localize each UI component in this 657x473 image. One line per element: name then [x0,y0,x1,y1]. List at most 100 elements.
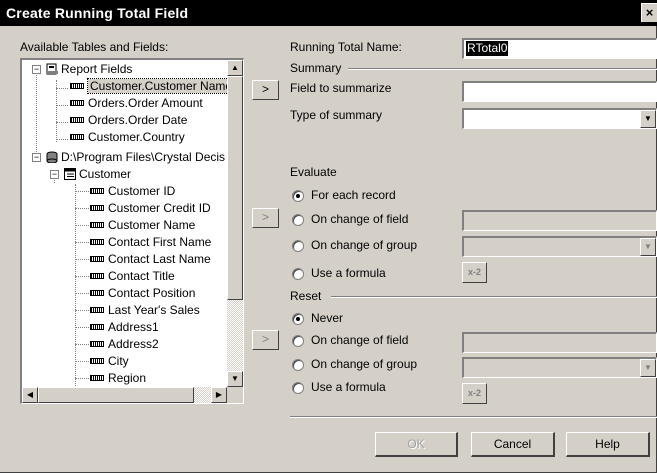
field-icon [90,204,104,211]
collapse-icon[interactable]: − [32,153,41,162]
tree-row[interactable]: Customer Name [90,217,195,234]
tree-row[interactable]: Address1 [90,319,159,336]
field-to-summarize-label: Field to summarize [290,81,392,95]
reset-field-input[interactable] [462,332,657,353]
field-icon [70,116,84,123]
reset-on-change-field-radio[interactable] [292,335,304,347]
tree-guide [56,122,68,123]
evaluate-on-change-group-radio[interactable] [292,240,304,252]
reset-never-radio[interactable] [292,313,304,325]
tree-row[interactable]: Last Year's Sales [90,302,200,319]
evaluate-header: Evaluate [290,165,337,179]
tree-row[interactable]: Contact First Name [90,234,211,251]
evaluate-field-input[interactable] [462,210,657,231]
tree-row[interactable]: Customer [64,166,131,183]
evaluate-for-each-record-radio[interactable] [292,190,304,202]
dialog-window: Create Running Total Field × Available T… [0,0,657,473]
tree-content: − Report Fields Customer.Customer Name O… [22,60,227,387]
tree-guide [75,242,89,243]
ok-button[interactable]: OK [375,432,458,457]
reset-use-formula-radio[interactable] [292,382,304,394]
fields-tree[interactable]: − Report Fields Customer.Customer Name O… [20,58,244,404]
field-to-summarize-input[interactable] [462,81,657,102]
running-total-name-value: RTotal0 [466,41,509,56]
tree-row[interactable]: Contact Position [90,285,195,302]
horizontal-scrollbar[interactable]: ◀ ▶ [22,387,227,403]
reset-on-change-group-radio[interactable] [292,359,304,371]
running-total-name-label: Running Total Name: [290,40,402,54]
tree-row[interactable]: Customer Credit ID [90,200,211,217]
tree-guide [36,73,37,160]
field-icon [70,133,84,140]
cancel-button[interactable]: Cancel [471,432,555,457]
evaluate-option-label: On change of group [311,238,418,252]
field-icon [90,306,104,313]
field-icon [90,357,104,364]
horizontal-scroll-thumb[interactable] [38,387,194,403]
vertical-scrollbar[interactable]: ▲ ▼ [227,60,243,387]
field-icon [90,374,104,381]
scroll-down-icon[interactable]: ▼ [227,371,243,387]
scroll-left-icon[interactable]: ◀ [22,387,38,403]
field-icon [90,289,104,296]
evaluate-option-label: On change of field [311,212,409,226]
evaluate-option-label: Use a formula [311,266,386,280]
tree-guide [75,310,89,311]
add-summarize-field-button[interactable]: > [252,80,279,100]
add-reset-field-button[interactable]: > [252,330,279,350]
add-evaluate-field-button[interactable]: > [252,208,279,228]
field-icon [90,255,104,262]
scroll-up-icon[interactable]: ▲ [227,60,243,76]
type-of-summary-label: Type of summary [290,108,383,122]
tree-guide [75,378,89,379]
tree-guide [56,139,68,140]
collapse-icon[interactable]: − [32,65,41,74]
evaluate-use-formula-radio[interactable] [292,268,304,280]
tree-guide [75,259,89,260]
field-icon [70,99,84,106]
evaluate-formula-icon[interactable]: x-2 [462,262,487,283]
tree-row[interactable]: Contact Title [90,268,175,285]
field-icon [90,238,104,245]
title-bar: Create Running Total Field × [0,0,657,26]
tree-row[interactable]: Orders.Order Date [70,112,187,129]
database-icon [46,151,58,163]
close-icon[interactable]: × [641,3,657,22]
evaluate-on-change-field-radio[interactable] [292,214,304,226]
summary-header: Summary [290,61,342,75]
collapse-icon[interactable]: − [50,170,59,179]
tree-row[interactable]: Report Fields [46,61,132,78]
running-total-name-input[interactable]: RTotal0 [462,38,657,59]
vertical-scroll-thumb[interactable] [227,76,243,300]
tree-row[interactable]: Orders.Order Amount [70,95,203,112]
tree-row[interactable]: Contact Last Name [90,251,211,268]
dropdown-arrow-icon[interactable]: ▼ [640,110,656,128]
tree-row[interactable]: Region [90,370,146,387]
type-of-summary-select[interactable]: ▼ [462,108,657,129]
summary-divider [348,68,657,70]
dialog-title: Create Running Total Field [6,5,189,21]
field-icon [90,272,104,279]
evaluate-group-select[interactable]: ▼ [462,236,657,257]
reset-group-select[interactable]: ▼ [462,357,657,378]
reset-divider [331,296,657,298]
tree-row-selected[interactable]: Customer.Customer Name [70,78,227,95]
tree-guide [56,80,57,142]
tree-row[interactable]: Customer ID [90,183,175,200]
dropdown-arrow-icon[interactable]: ▼ [640,359,656,377]
report-fields-icon [46,63,58,75]
tree-guide [75,293,89,294]
reset-option-label: Use a formula [311,380,386,394]
reset-header: Reset [290,289,322,303]
reset-formula-icon[interactable]: x-2 [462,383,487,404]
dropdown-arrow-icon[interactable]: ▼ [640,238,656,256]
tree-guide [56,88,68,89]
scroll-right-icon[interactable]: ▶ [211,387,227,403]
help-button[interactable]: Help [566,432,650,457]
tree-row[interactable]: Customer.Country [70,129,185,146]
available-fields-label: Available Tables and Fields: [20,40,169,54]
tree-row[interactable]: City [90,353,129,370]
tree-row[interactable]: Address2 [90,336,159,353]
tree-row[interactable]: D:\Program Files\Crystal Decis [46,149,225,166]
footer-divider [290,416,657,418]
